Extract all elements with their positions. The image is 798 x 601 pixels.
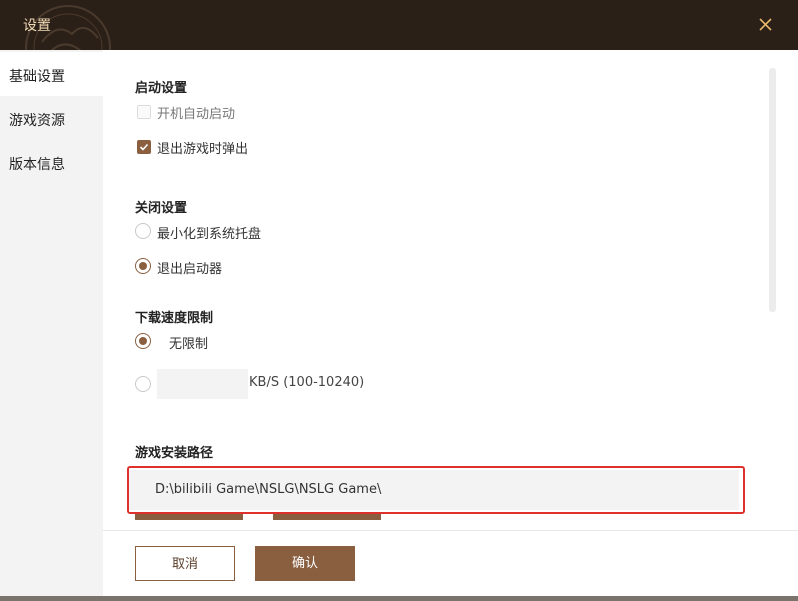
custom-speed-radio[interactable] [135, 375, 155, 395]
sidebar-item-game-resources[interactable]: 游戏资源 [0, 96, 103, 140]
auto-start-label: 开机自动启动 [157, 107, 236, 122]
change-path-button[interactable] [135, 514, 243, 520]
scrollbar-thumb[interactable] [769, 68, 776, 312]
sidebar-item-label: 基础设置 [9, 69, 65, 85]
download-limit-section-title: 下载速度限制 [135, 311, 214, 326]
speed-unit-label: KB/S (100-10240) [249, 375, 365, 390]
footer-divider [103, 530, 798, 531]
radio-circle [135, 376, 151, 392]
startup-section-title: 启动设置 [135, 81, 188, 96]
unlimited-label: 无限制 [169, 337, 209, 352]
sidebar-item-label: 游戏资源 [9, 113, 65, 129]
close-icon [759, 18, 772, 31]
install-path-value: D:\bilibili Game\NSLG\NSLG Game\ [155, 482, 382, 497]
sidebar: 基础设置 游戏资源 版本信息 [0, 50, 103, 601]
radio-circle [135, 258, 151, 274]
sidebar-item-label: 版本信息 [9, 157, 65, 173]
radio-circle [135, 223, 151, 239]
speed-limit-input[interactable] [157, 369, 248, 399]
open-folder-button[interactable] [273, 514, 381, 520]
exit-launcher-label: 退出启动器 [157, 262, 223, 277]
checkmark-icon [139, 143, 149, 151]
checkbox-box [137, 105, 151, 119]
install-path-field[interactable]: D:\bilibili Game\NSLG\NSLG Game\ [129, 470, 739, 510]
sidebar-item-version-info[interactable]: 版本信息 [0, 140, 103, 184]
install-path-section-title: 游戏安装路径 [135, 446, 214, 461]
confirm-button[interactable]: 确认 [255, 546, 355, 581]
minimize-tray-label: 最小化到系统托盘 [157, 227, 262, 242]
settings-content: 启动设置 开机自动启动 退出游戏时弹出 关闭设置 最小化到系统托盘 退出启动器 … [103, 50, 798, 530]
checkbox-box [137, 140, 151, 154]
close-button[interactable] [752, 12, 778, 38]
radio-circle [135, 333, 151, 349]
window-title: 设置 [23, 18, 51, 34]
popup-on-exit-label: 退出游戏时弹出 [157, 142, 249, 157]
background-strip [0, 596, 798, 601]
title-bar: 设置 [0, 0, 798, 62]
sidebar-item-basic-settings[interactable]: 基础设置 [0, 52, 103, 96]
cancel-button[interactable]: 取消 [135, 546, 235, 581]
close-section-title: 关闭设置 [135, 201, 188, 216]
